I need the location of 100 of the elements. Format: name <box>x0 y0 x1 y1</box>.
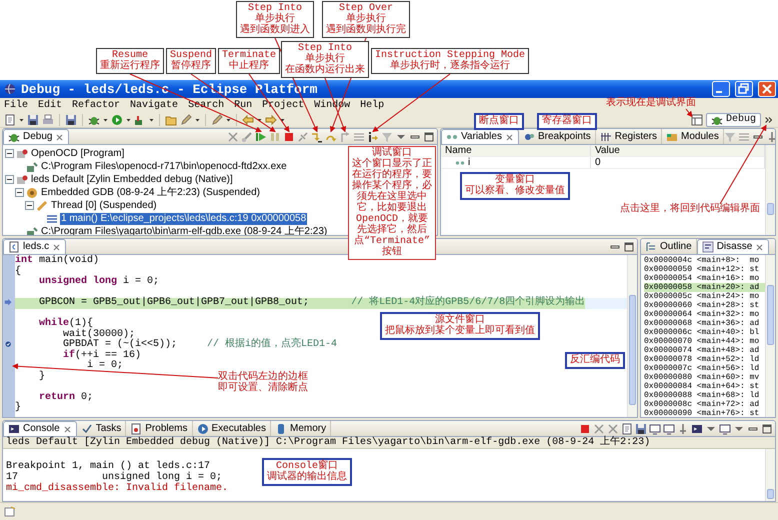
console-icon[interactable] <box>691 422 703 434</box>
tree-item[interactable]: leds Default [Zylin Embedded debug (Native)] <box>30 174 234 186</box>
new-file-icon[interactable] <box>621 422 633 434</box>
console-line: 17 unsigned long i = 0; <box>6 472 222 483</box>
close-button[interactable] <box>758 81 776 97</box>
menu-item[interactable]: Help <box>360 100 384 110</box>
tree-toggle-icon[interactable] <box>25 201 34 210</box>
panel-tab[interactable]: Executables <box>192 421 271 436</box>
tree-toggle-icon[interactable] <box>15 188 24 197</box>
disassembly-line: 0x0000007c <main+56>: ld <box>644 364 760 373</box>
stop-icon[interactable] <box>579 422 591 434</box>
disassembly-line: 0x00000060 <main+28>: st <box>644 301 760 310</box>
scrollbar-thumb[interactable] <box>767 203 774 215</box>
panel-tab[interactable]: Disasse <box>696 239 770 254</box>
panel-tab[interactable]: Problems <box>126 421 193 436</box>
callout-text: 单步执行 <box>255 14 295 25</box>
save-icon[interactable] <box>27 114 39 126</box>
connect-icon[interactable] <box>241 130 253 142</box>
remove-icon[interactable] <box>593 422 605 434</box>
pause-icon[interactable] <box>269 130 281 142</box>
callout-text: 可以察看、修改变量值 <box>465 186 565 197</box>
tree-item[interactable]: OpenOCD [Program] <box>30 148 126 160</box>
save-icon[interactable] <box>635 422 647 434</box>
panel-tab[interactable]: Memory <box>271 421 332 436</box>
panel-tab[interactable]: Debug <box>3 129 70 144</box>
pin-icon[interactable] <box>677 422 689 434</box>
launch-icon <box>16 174 28 186</box>
console-line: Breakpoint 1, main () at leds.c:17 <box>6 461 210 472</box>
column-header[interactable]: Value <box>591 145 765 157</box>
tree-toggle-icon[interactable] <box>5 175 14 184</box>
tree-toggle-icon[interactable] <box>5 149 14 158</box>
gdb-target-icon <box>26 186 38 198</box>
menu-item[interactable]: Run <box>234 100 252 110</box>
minimize-button[interactable] <box>712 81 730 97</box>
close-icon[interactable] <box>55 132 64 142</box>
resume-icon[interactable] <box>255 130 267 142</box>
panel-tab[interactable]: Console <box>3 421 77 436</box>
instruction-step-icon[interactable] <box>367 130 379 142</box>
run-icon[interactable] <box>111 114 123 126</box>
annotation-arrow <box>686 108 693 118</box>
panel-tab[interactable]: Tasks <box>76 421 126 436</box>
callout-text: Step Over <box>338 3 394 14</box>
remove-icon[interactable] <box>227 130 239 142</box>
menu-item[interactable]: Edit <box>38 100 62 110</box>
variable-value: 0 <box>595 156 601 168</box>
callout-text: 中止程序 <box>228 61 270 72</box>
tree-item[interactable]: Thread [0] (Suspended) <box>50 200 158 212</box>
tree-item[interactable]: Embedded GDB (08-9-24 上午2:23) (Suspended) <box>40 186 262 198</box>
close-icon[interactable] <box>62 424 72 434</box>
close-icon[interactable] <box>52 242 62 252</box>
tree-item[interactable]: 1 main() E:\eclipse_projects\leds\leds.c:19 0x00000058 <box>60 212 308 224</box>
panel-tab[interactable]: Variables <box>441 129 519 144</box>
step-into-icon[interactable] <box>311 130 323 142</box>
open-perspective-icon[interactable] <box>690 114 703 126</box>
disassembly-line: 0x00000084 <main+64>: st <box>644 382 760 391</box>
perspective-button[interactable]: Debug <box>706 112 761 126</box>
display-icon[interactable] <box>649 422 661 434</box>
scrollbar-thumb[interactable] <box>767 285 774 345</box>
vertical-scrollbar[interactable] <box>765 449 775 501</box>
menu-item[interactable]: Refactor <box>72 100 120 110</box>
maximize-button[interactable] <box>735 81 753 97</box>
process-icon <box>26 160 38 172</box>
chevron-icon[interactable] <box>764 114 774 124</box>
disassembly-line: 0x00000054 <main+16>: mo <box>644 274 760 283</box>
column-header[interactable]: Name <box>441 145 591 157</box>
vertical-scrollbar[interactable] <box>627 255 637 417</box>
new-file-icon[interactable] <box>4 114 16 126</box>
close-icon[interactable] <box>755 242 764 252</box>
callout-text: 暂停程序 <box>170 61 212 72</box>
left-arrow-icon[interactable] <box>242 114 254 126</box>
panel-tab[interactable]: Modules <box>662 129 724 144</box>
callout-text: 调试窗口 <box>372 148 412 159</box>
tasks-icon <box>80 422 93 434</box>
display-icon[interactable] <box>719 422 731 434</box>
maximize-icon[interactable] <box>423 130 435 142</box>
console-line: mi_cmd_disassemble: Invalid filename. <box>6 483 228 494</box>
stack-frame-icon <box>46 212 58 224</box>
display-icon[interactable] <box>663 422 675 434</box>
vertical-scrollbar[interactable] <box>765 145 775 235</box>
remove-icon[interactable] <box>607 422 619 434</box>
menu-item[interactable]: File <box>4 100 28 110</box>
callout-text: 点击这里，将回到代码编辑界面 <box>620 204 760 215</box>
executables-icon <box>196 422 209 434</box>
breakpoint-ruler[interactable] <box>3 255 15 417</box>
save-icon[interactable] <box>65 114 77 126</box>
maximize-icon[interactable] <box>761 422 773 434</box>
callout-text: 这个窗口显示了正在运行的程序，要操作某个程序，必须先在这里选中它，比如要退出OpenOCD，就要先选择它，然后点“Terminate”按钮 <box>352 159 432 258</box>
fast-view-icon[interactable] <box>4 506 16 518</box>
disassembly-line: 0x00000088 <main+68>: ld <box>644 391 760 400</box>
close-icon[interactable] <box>504 132 514 142</box>
menu-item[interactable]: Navigate <box>130 100 178 110</box>
vertical-scrollbar[interactable] <box>765 255 775 417</box>
scrollbar-thumb[interactable] <box>767 489 774 499</box>
stop-icon[interactable] <box>283 130 295 142</box>
tree-item[interactable]: C:\Program Files\openocd-r717\bin\openocd-ftd2xx.exe <box>40 160 288 172</box>
maximize-icon[interactable] <box>623 240 635 252</box>
scrollbar-thumb[interactable] <box>629 295 636 405</box>
panel-tab[interactable]: Registers <box>596 129 662 144</box>
disassembly-line: 0x0000005c <main+24>: mo <box>644 292 760 301</box>
panel-tab[interactable]: leds.c <box>3 239 66 254</box>
